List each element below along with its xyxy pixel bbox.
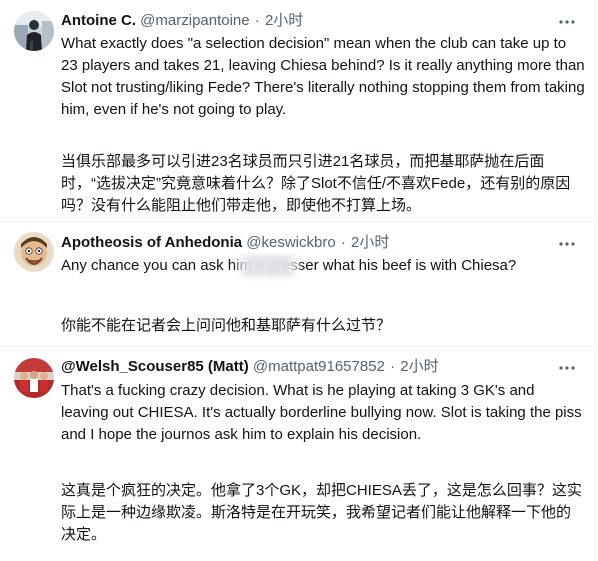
display-name[interactable]: @Welsh_Scouser85 (Matt) bbox=[61, 358, 249, 375]
tweet-header: Apotheosis of Anhedonia @keswickbro · 2小… bbox=[61, 233, 389, 253]
display-name[interactable]: Antoine C. bbox=[61, 12, 136, 29]
tweet-item[interactable]: @Welsh_Scouser85 (Matt) @mattpat91657852… bbox=[0, 347, 596, 561]
red-crowd-avatar-icon bbox=[14, 358, 54, 398]
timestamp[interactable]: 2小时 bbox=[400, 358, 438, 375]
tweet-text-english: What exactly does "a selection decision"… bbox=[61, 35, 585, 118]
avatar[interactable] bbox=[14, 232, 54, 272]
separator-dot: · bbox=[340, 234, 346, 251]
tweet-feed: Antoine C. @marzipantoine · 2小时 What exa… bbox=[0, 0, 596, 561]
tweet-text-translation: 当俱乐部最多可以引进23名球员而只引进21名球员，而把基耶萨抛在后面时，“选拔决… bbox=[61, 153, 571, 214]
user-handle[interactable]: @keswickbro bbox=[246, 234, 335, 251]
timestamp[interactable]: 2小时 bbox=[351, 234, 389, 251]
timestamp[interactable]: 2小时 bbox=[265, 12, 303, 29]
tweet-item[interactable]: Antoine C. @marzipantoine · 2小时 What exa… bbox=[0, 0, 596, 222]
cartoon-face-avatar-icon bbox=[14, 232, 54, 272]
more-options-icon[interactable] bbox=[558, 359, 576, 377]
tweet-item[interactable]: Apotheosis of Anhedonia @keswickbro · 2小… bbox=[0, 222, 596, 347]
tweet-header: Antoine C. @marzipantoine · 2小时 bbox=[61, 11, 303, 31]
redaction-blur bbox=[236, 255, 300, 277]
avatar[interactable] bbox=[14, 358, 54, 398]
user-handle[interactable]: @mattpat91657852 bbox=[253, 358, 385, 375]
tweet-text-english: That's a fucking crazy decision. What is… bbox=[61, 382, 582, 443]
more-options-icon[interactable] bbox=[558, 13, 576, 31]
tweet-text-translation: 这真是个疯狂的决定。他拿了3个GK，却把CHIESA丢了，这是怎么回事？这实际上… bbox=[61, 482, 582, 543]
tweet-header: @Welsh_Scouser85 (Matt) @mattpat91657852… bbox=[61, 357, 439, 377]
avatar[interactable] bbox=[14, 11, 54, 51]
separator-dot: · bbox=[390, 358, 396, 375]
more-options-icon[interactable] bbox=[558, 235, 576, 253]
tweet-text-translation: 你能不能在记者会上问问他和基耶萨有什么过节？ bbox=[61, 317, 392, 334]
person-photo-avatar-icon bbox=[14, 11, 54, 51]
separator-dot: · bbox=[254, 12, 260, 29]
display-name[interactable]: Apotheosis of Anhedonia bbox=[61, 234, 242, 251]
user-handle[interactable]: @marzipantoine bbox=[140, 12, 249, 29]
tweet-text-english: Any chance you can ask him e presser wha… bbox=[61, 257, 517, 274]
